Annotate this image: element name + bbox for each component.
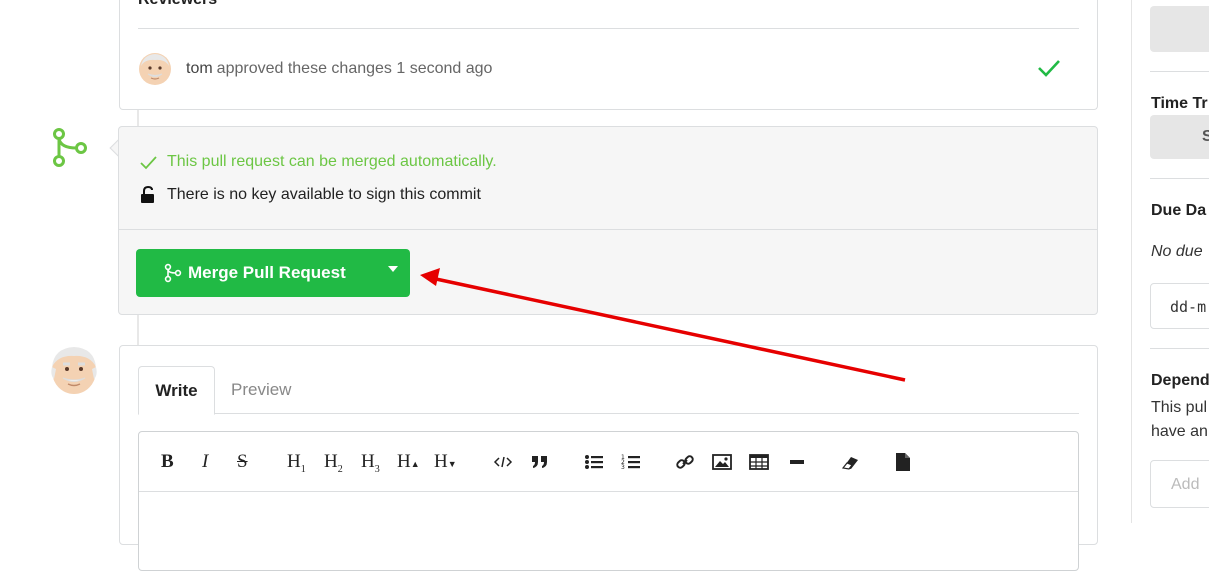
git-merge-icon — [164, 263, 182, 283]
heading-bigger-label: H — [397, 451, 411, 472]
horizontal-rule-icon — [790, 460, 804, 464]
strikethrough-button[interactable]: S — [237, 450, 248, 474]
reviewers-title: Reviewers — [138, 0, 217, 10]
unordered-list-button[interactable] — [584, 450, 604, 474]
sidebar-action-button[interactable] — [1150, 6, 1209, 52]
reviewer-entry: tom approved these changes 1 second ago — [138, 52, 492, 86]
ordered-list-icon: 123 — [621, 454, 640, 471]
no-due-date-text: No due — [1151, 243, 1203, 260]
table-icon — [749, 454, 769, 470]
attach-file-button[interactable] — [894, 450, 912, 474]
add-dependency-input[interactable]: Add — [1150, 460, 1209, 508]
tab-preview[interactable]: Preview — [231, 366, 291, 414]
divider — [1150, 178, 1209, 179]
ordered-list-button[interactable]: 123 — [621, 450, 641, 474]
image-icon — [712, 454, 732, 470]
merge-status-text: This pull request can be merged automati… — [167, 153, 497, 170]
sidebar-separator — [1131, 0, 1132, 523]
editor-tabs: Write Preview — [138, 366, 1079, 415]
heading-2-level: 2 — [337, 463, 343, 475]
heading-3-level: 3 — [374, 463, 380, 475]
add-dependency-placeholder: Add — [1171, 476, 1200, 493]
merge-button-label: Merge Pull Request — [188, 263, 346, 282]
reviewer-name[interactable]: tom — [186, 60, 213, 78]
due-date-input[interactable]: dd-m — [1150, 283, 1209, 329]
heading-3-button[interactable]: H3 — [361, 450, 380, 475]
comment-form: Write Preview B I S H1 H2 H3 H▲ H▼ 123 — [119, 345, 1098, 571]
merge-pull-request-button[interactable]: Merge Pull Request — [136, 249, 410, 297]
quote-button[interactable] — [531, 450, 549, 474]
check-icon — [1038, 60, 1060, 77]
table-button[interactable] — [749, 450, 769, 474]
eraser-icon — [841, 457, 858, 470]
start-timer-button[interactable]: S — [1150, 115, 1209, 159]
heading-1-button[interactable]: H1 — [287, 450, 306, 475]
heading-smaller-button[interactable]: H▼ — [434, 450, 457, 474]
avatar[interactable] — [138, 52, 172, 86]
heading-bigger-button[interactable]: H▲ — [397, 450, 420, 474]
file-icon — [896, 453, 910, 471]
heading-smaller-label: H — [434, 451, 448, 472]
git-merge-icon — [53, 128, 87, 167]
heading-1-level: 1 — [300, 463, 306, 475]
divider — [1150, 348, 1209, 349]
svg-text:3: 3 — [621, 464, 625, 471]
sign-status-text: There is no key available to sign this c… — [167, 186, 481, 203]
heading-1-label: H — [287, 451, 301, 472]
editor-toolbar: B I S H1 H2 H3 H▲ H▼ 123 — [139, 432, 1078, 492]
due-date-placeholder: dd-m — [1170, 298, 1207, 316]
link-icon — [676, 455, 694, 469]
caret-down-icon: ▼ — [447, 459, 457, 469]
dependencies-desc-line2: have an — [1151, 423, 1208, 440]
due-date-title: Due Da — [1151, 202, 1207, 219]
heading-2-button[interactable]: H2 — [324, 450, 343, 475]
reviewers-card: Reviewers tom approved these changes 1 s… — [119, 0, 1098, 110]
code-button[interactable] — [493, 450, 513, 474]
start-timer-label: S — [1202, 128, 1209, 145]
link-button[interactable] — [675, 450, 695, 474]
bold-button[interactable]: B — [161, 450, 174, 474]
heading-2-label: H — [324, 451, 338, 472]
image-button[interactable] — [712, 450, 732, 474]
divider — [1150, 71, 1209, 72]
merge-status: This pull request can be merged automati… — [139, 153, 497, 171]
clean-block-button[interactable] — [839, 450, 861, 474]
tab-write[interactable]: Write — [138, 366, 215, 415]
check-icon — [140, 156, 157, 170]
caret-down-icon[interactable] — [388, 266, 398, 274]
dependencies-desc-line1: This pul — [1151, 399, 1208, 416]
avatar[interactable] — [50, 345, 98, 395]
unordered-list-icon — [585, 455, 603, 469]
caret-up-icon: ▲ — [410, 459, 420, 469]
divider — [138, 28, 1079, 29]
sign-status: There is no key available to sign this c… — [139, 186, 481, 204]
code-icon — [493, 456, 513, 468]
review-status-text: approved these changes 1 second ago — [216, 60, 493, 77]
markdown-editor[interactable]: B I S H1 H2 H3 H▲ H▼ 123 — [138, 431, 1079, 571]
dependencies-title: Depend — [1151, 372, 1209, 389]
italic-button[interactable]: I — [202, 450, 208, 474]
heading-3-label: H — [361, 451, 375, 472]
quote-icon — [532, 456, 547, 468]
dependencies-description: This pul have an — [1151, 396, 1209, 444]
merge-box: This pull request can be merged automati… — [118, 126, 1098, 315]
divider — [119, 229, 1097, 230]
unlock-icon — [141, 186, 154, 203]
horizontal-rule-button[interactable] — [787, 450, 807, 474]
time-tracking-title: Time Tr — [1151, 95, 1208, 112]
